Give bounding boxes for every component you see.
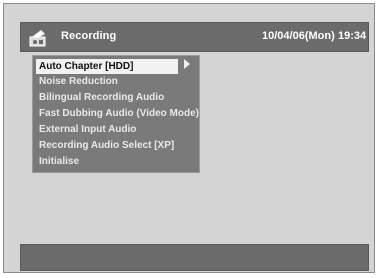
menu-item-recording-audio-select[interactable]: Recording Audio Select [XP] bbox=[36, 138, 174, 153]
chevron-right-icon bbox=[184, 59, 190, 69]
menu-item-auto-chapter[interactable]: Auto Chapter [HDD] bbox=[36, 59, 178, 74]
menu-item-fast-dubbing-audio[interactable]: Fast Dubbing Audio (Video Mode) bbox=[36, 106, 199, 121]
menu-item-external-input-audio[interactable]: External Input Audio bbox=[36, 122, 136, 137]
menu-item-bilingual-audio[interactable]: Bilingual Recording Audio bbox=[36, 90, 164, 105]
menu-item-initialise[interactable]: Initialise bbox=[36, 154, 79, 169]
page-title: Recording bbox=[61, 30, 117, 42]
recording-menu: Auto Chapter [HDD] Noise Reduction Bilin… bbox=[32, 55, 200, 173]
status-bar bbox=[20, 244, 369, 271]
date-display: 10/04/06(Mon) bbox=[262, 30, 335, 42]
clock-display: 19:34 bbox=[338, 30, 367, 42]
title-bar: Recording 10/04/06(Mon) 19:34 bbox=[20, 22, 369, 52]
osd-screen: Recording 10/04/06(Mon) 19:34 Auto Chapt… bbox=[3, 3, 375, 273]
menu-item-noise-reduction[interactable]: Noise Reduction bbox=[36, 74, 118, 89]
recording-menu-icon bbox=[29, 28, 49, 48]
